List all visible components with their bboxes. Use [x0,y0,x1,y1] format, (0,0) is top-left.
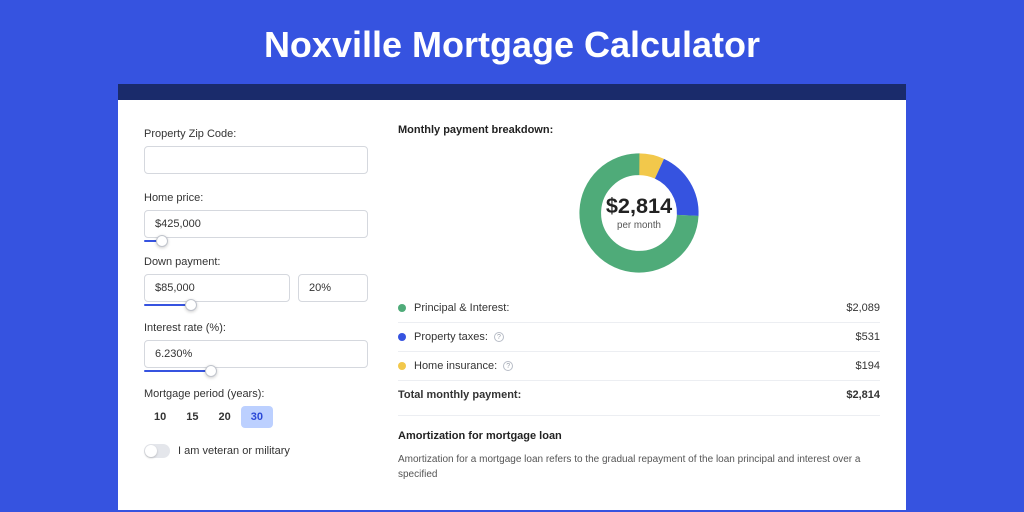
donut-chart: $2,814 per month [398,144,880,292]
period-option-20[interactable]: 20 [209,406,241,428]
down-payment-input[interactable] [144,274,290,302]
total-label: Total monthly payment: [398,389,521,401]
legend-label: Property taxes: [414,331,488,343]
period-group: 10 15 20 30 [144,406,368,428]
help-icon[interactable]: ? [503,361,513,371]
legend-value: $531 [856,331,880,343]
zip-input[interactable] [144,146,368,174]
legend-row-insurance: Home insurance: ? $194 [398,351,880,380]
donut-center-value: $2,814 [606,193,672,218]
period-label: Mortgage period (years): [144,388,368,400]
interest-rate-label: Interest rate (%): [144,322,368,334]
down-payment-label: Down payment: [144,256,368,268]
veteran-toggle[interactable] [144,444,170,458]
donut-center-sub: per month [617,220,661,231]
legend-row-principal: Principal & Interest: $2,089 [398,294,880,322]
input-form: Property Zip Code: Home price: Down paym… [144,124,386,510]
amortization-section: Amortization for mortgage loan Amortizat… [398,415,880,482]
dot-icon [398,304,406,312]
legend-label: Home insurance: [414,360,497,372]
veteran-label: I am veteran or military [178,445,290,457]
slider-thumb[interactable] [185,299,197,311]
slider-thumb[interactable] [205,365,217,377]
legend-value: $194 [856,360,880,372]
period-option-10[interactable]: 10 [144,406,176,428]
legend-row-total: Total monthly payment: $2,814 [398,380,880,409]
period-option-30[interactable]: 30 [241,406,273,428]
help-icon[interactable]: ? [494,332,504,342]
period-option-15[interactable]: 15 [176,406,208,428]
down-payment-slider[interactable] [144,300,302,310]
legend-row-taxes: Property taxes: ? $531 [398,322,880,351]
interest-rate-input[interactable] [144,340,368,368]
calculator-card: Property Zip Code: Home price: Down paym… [118,100,906,510]
zip-label: Property Zip Code: [144,128,368,140]
interest-rate-slider[interactable] [144,366,368,376]
slider-thumb[interactable] [156,235,168,247]
breakdown-title: Monthly payment breakdown: [398,124,880,136]
legend-label: Principal & Interest: [414,302,509,314]
toggle-knob [145,445,157,457]
amortization-text: Amortization for a mortgage loan refers … [398,452,880,482]
dot-icon [398,362,406,370]
home-price-slider[interactable] [144,236,368,246]
dot-icon [398,333,406,341]
page-title: Noxville Mortgage Calculator [0,0,1024,84]
total-value: $2,814 [846,389,880,401]
results-panel: Monthly payment breakdown: $2,814 per mo… [386,124,880,510]
down-payment-pct-input[interactable] [298,274,368,302]
legend: Principal & Interest: $2,089 Property ta… [398,294,880,409]
home-price-label: Home price: [144,192,368,204]
legend-value: $2,089 [846,302,880,314]
home-price-input[interactable] [144,210,368,238]
amortization-title: Amortization for mortgage loan [398,430,880,442]
